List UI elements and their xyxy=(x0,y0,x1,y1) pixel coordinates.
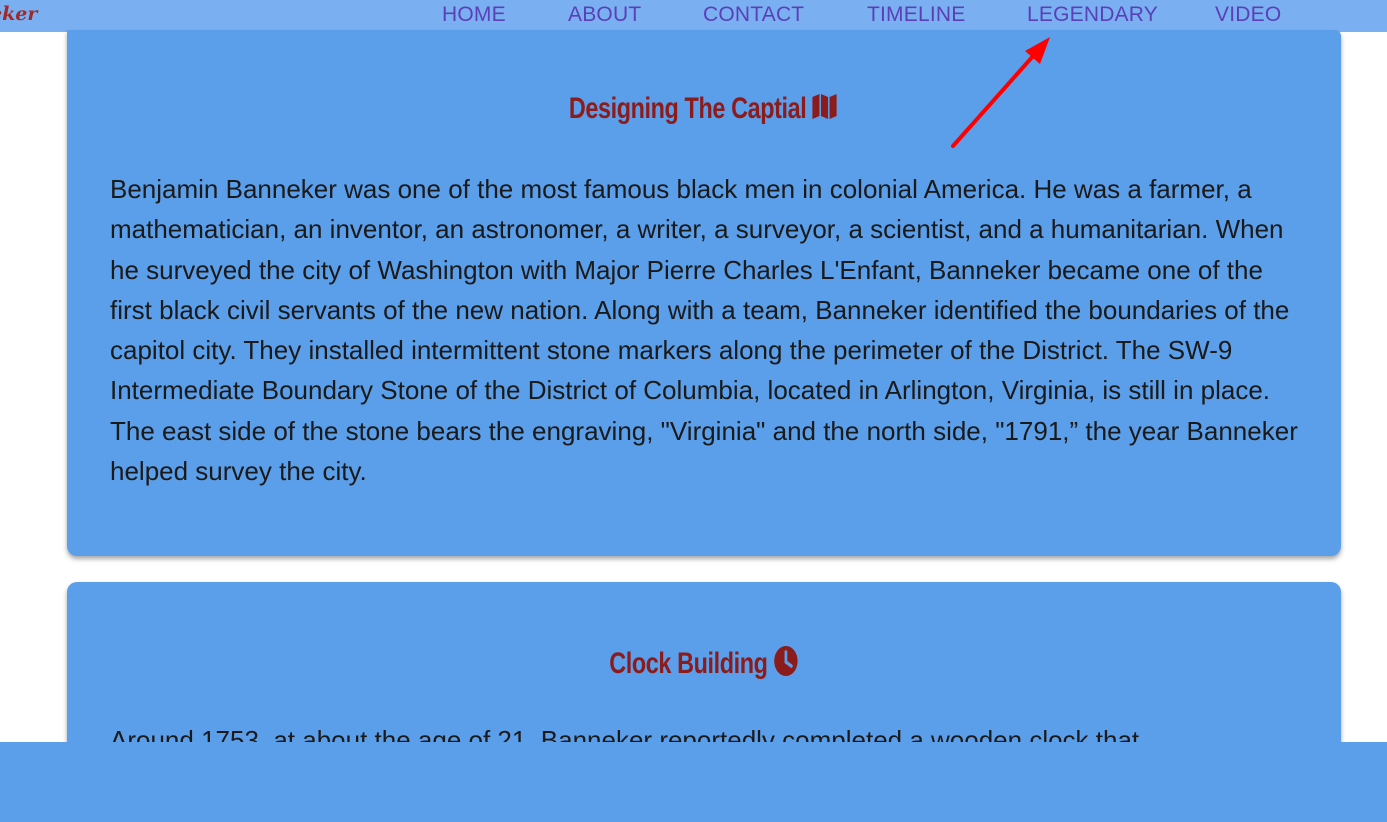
nav-link-contact[interactable]: CONTACT xyxy=(703,3,804,27)
section-card-designing-capital: Designing The Captial Benjamin Banneker … xyxy=(67,30,1341,556)
nav-link-legendary[interactable]: LEGENDARY xyxy=(1027,3,1158,27)
section-title-text: Designing The Captial xyxy=(568,92,807,125)
map-icon xyxy=(811,93,839,127)
nav-link-home[interactable]: HOME xyxy=(442,3,506,27)
section-title-text: Clock Building xyxy=(609,646,768,680)
nav-link-video[interactable]: VIDEO xyxy=(1215,3,1281,27)
section-title: Designing The Captial xyxy=(207,92,1201,127)
nav-link-about[interactable]: ABOUT xyxy=(568,3,641,27)
nav-link-timeline[interactable]: TIMELINE xyxy=(867,3,965,27)
clock-icon xyxy=(772,644,799,686)
footer-band xyxy=(0,742,1387,822)
top-navbar: eker HOME ABOUT CONTACT TIMELINE LEGENDA… xyxy=(0,0,1387,32)
site-brand[interactable]: eker xyxy=(0,3,37,25)
section-body-text: Benjamin Banneker was one of the most fa… xyxy=(110,174,1298,487)
section-title: Clock Building xyxy=(207,644,1201,686)
